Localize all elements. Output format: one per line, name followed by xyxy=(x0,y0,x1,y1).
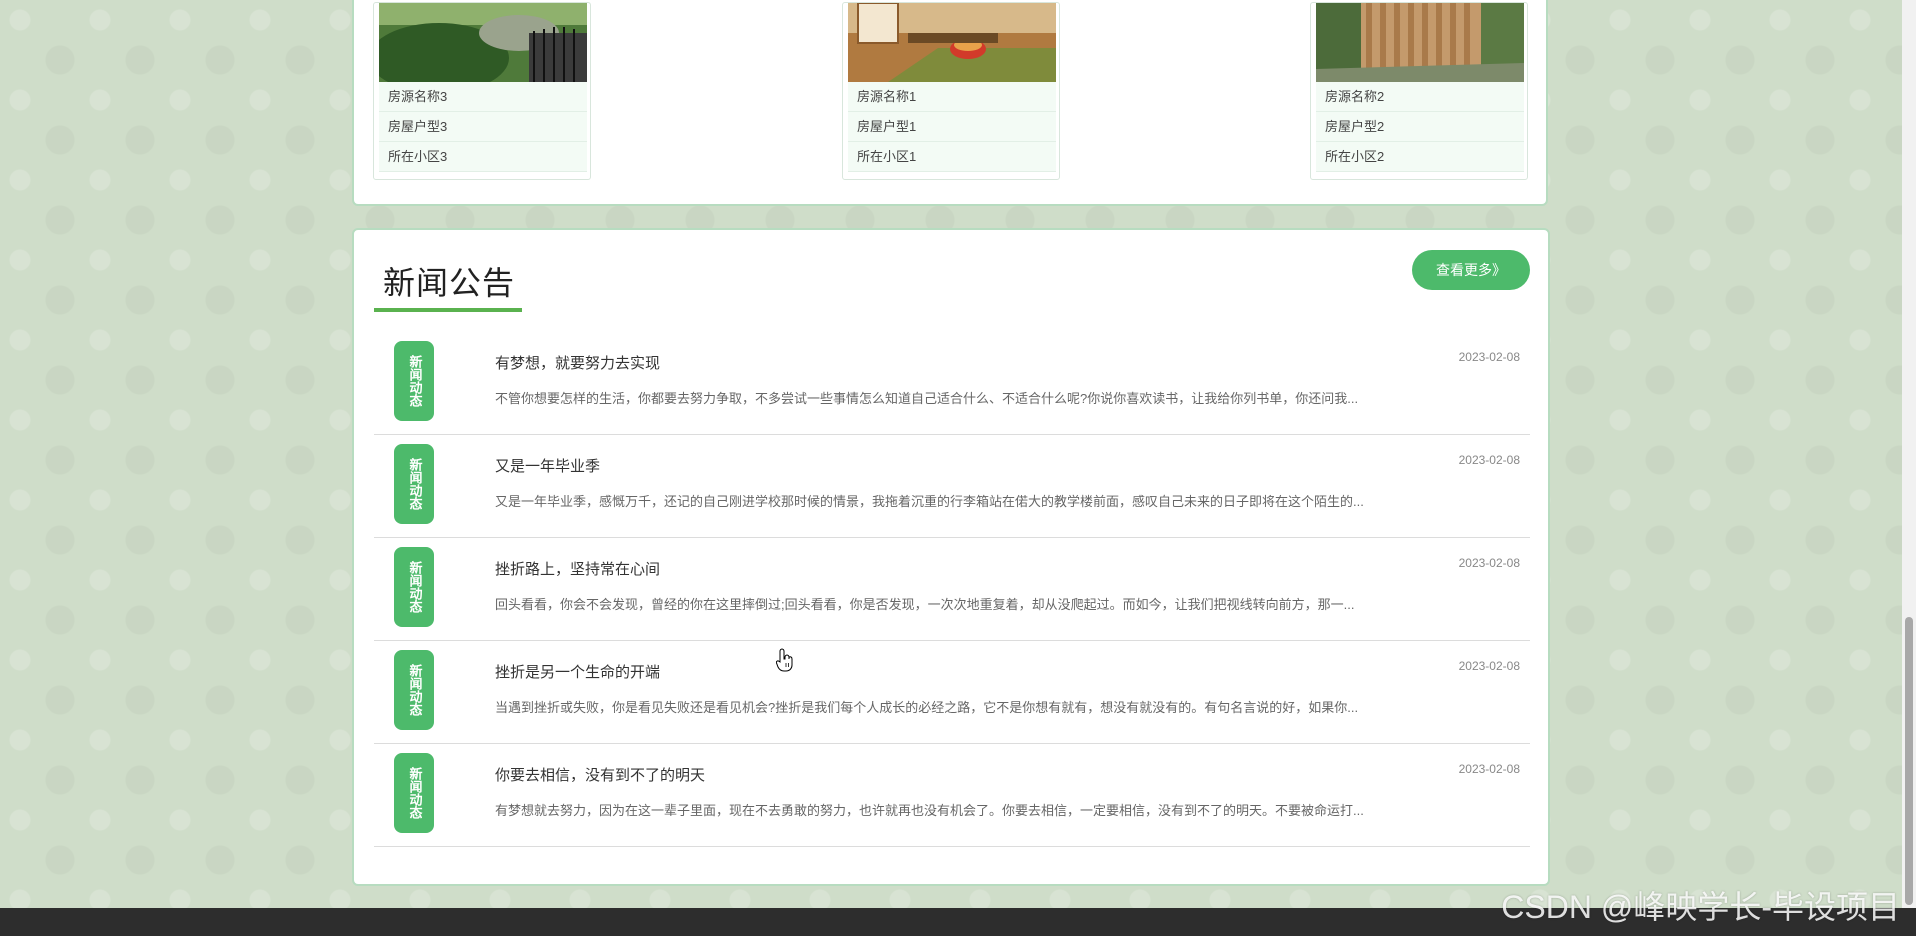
news-headline[interactable]: 挫折路上，坚持常在心间 xyxy=(495,558,660,579)
news-date: 2023-02-08 xyxy=(1458,350,1520,364)
news-category-badge: 新闻动态 xyxy=(394,547,434,627)
house-type: 房屋户型2 xyxy=(1316,112,1524,142)
house-community: 所在小区2 xyxy=(1316,142,1524,172)
news-category-badge: 新闻动态 xyxy=(394,444,434,524)
house-card[interactable]: 房源名称1 房屋户型1 所在小区1 xyxy=(842,2,1060,180)
house-name: 房源名称3 xyxy=(379,82,587,112)
scrollbar-thumb[interactable] xyxy=(1905,617,1913,905)
news-headline[interactable]: 又是一年毕业季 xyxy=(495,455,600,476)
news-category-badge: 新闻动态 xyxy=(394,650,434,730)
house-list-panel: 房源名称3 房屋户型3 所在小区3 房源名称1 房屋户型1 所在小区1 房源名称… xyxy=(352,0,1548,206)
house-community: 所在小区1 xyxy=(848,142,1056,172)
news-headline[interactable]: 挫折是另一个生命的开端 xyxy=(495,661,660,682)
news-date: 2023-02-08 xyxy=(1458,762,1520,776)
news-list-item[interactable]: 新闻动态 有梦想，就要努力去实现 不管你想要怎样的生活，你都要去努力争取，不多尝… xyxy=(374,332,1530,435)
news-panel: 新闻公告 查看更多》 新闻动态 有梦想，就要努力去实现 不管你想要怎样的生活，你… xyxy=(352,228,1550,886)
news-summary: 又是一年毕业季，感慨万千，还记的自己刚进学校那时候的情景，我拖着沉重的行李箱站在… xyxy=(495,494,1364,509)
house-type: 房屋户型3 xyxy=(379,112,587,142)
news-summary: 不管你想要怎样的生活，你都要去努力争取，不多尝试一些事情怎么知道自己适合什么、不… xyxy=(495,391,1359,406)
news-list-item[interactable]: 新闻动态 又是一年毕业季 又是一年毕业季，感慨万千，还记的自己刚进学校那时候的情… xyxy=(374,435,1530,538)
news-list-item[interactable]: 新闻动态 挫折路上，坚持常在心间 回头看看，你会不会发现，曾经的你在这里摔倒过;… xyxy=(374,538,1530,641)
news-summary: 回头看看，你会不会发现，曾经的你在这里摔倒过;回头看看，你是否发现，一次次地重复… xyxy=(495,597,1355,612)
news-headline[interactable]: 你要去相信，没有到不了的明天 xyxy=(495,764,705,785)
house-type: 房屋户型1 xyxy=(848,112,1056,142)
news-date: 2023-02-08 xyxy=(1458,556,1520,570)
news-category-badge: 新闻动态 xyxy=(394,753,434,833)
news-list-item[interactable]: 新闻动态 你要去相信，没有到不了的明天 有梦想就去努力，因为在这一辈子里面，现在… xyxy=(374,744,1530,847)
hand-pointer-icon xyxy=(775,648,794,676)
news-section-title: 新闻公告 xyxy=(383,265,516,301)
news-date: 2023-02-08 xyxy=(1458,453,1520,467)
title-underline xyxy=(374,308,522,312)
news-date: 2023-02-08 xyxy=(1458,659,1520,673)
news-headline[interactable]: 有梦想，就要努力去实现 xyxy=(495,352,660,373)
news-category-badge: 新闻动态 xyxy=(394,341,434,421)
house-card[interactable]: 房源名称3 房屋户型3 所在小区3 xyxy=(373,2,591,180)
view-more-button[interactable]: 查看更多》 xyxy=(1412,250,1530,290)
house-name: 房源名称1 xyxy=(848,82,1056,112)
house-name: 房源名称2 xyxy=(1316,82,1524,112)
news-summary: 有梦想就去努力，因为在这一辈子里面，现在不去勇敢的努力，也许就再也没有机会了。你… xyxy=(495,803,1364,818)
news-summary: 当遇到挫折或失败，你是看见失败还是看见机会?挫折是我们每个人成长的必经之路，它不… xyxy=(495,700,1359,715)
house-card[interactable]: 房源名称2 房屋户型2 所在小区2 xyxy=(1310,2,1528,180)
house-community: 所在小区3 xyxy=(379,142,587,172)
news-list-item[interactable]: 新闻动态 挫折是另一个生命的开端 当遇到挫折或失败，你是看见失败还是看见机会?挫… xyxy=(374,641,1530,744)
page-scrollbar[interactable] xyxy=(1902,0,1916,908)
watermark-text: CSDN @峰映学长-毕设项目 xyxy=(1501,889,1900,925)
house-image[interactable] xyxy=(848,3,1056,82)
house-image[interactable] xyxy=(1316,3,1524,82)
house-image[interactable] xyxy=(379,3,587,82)
